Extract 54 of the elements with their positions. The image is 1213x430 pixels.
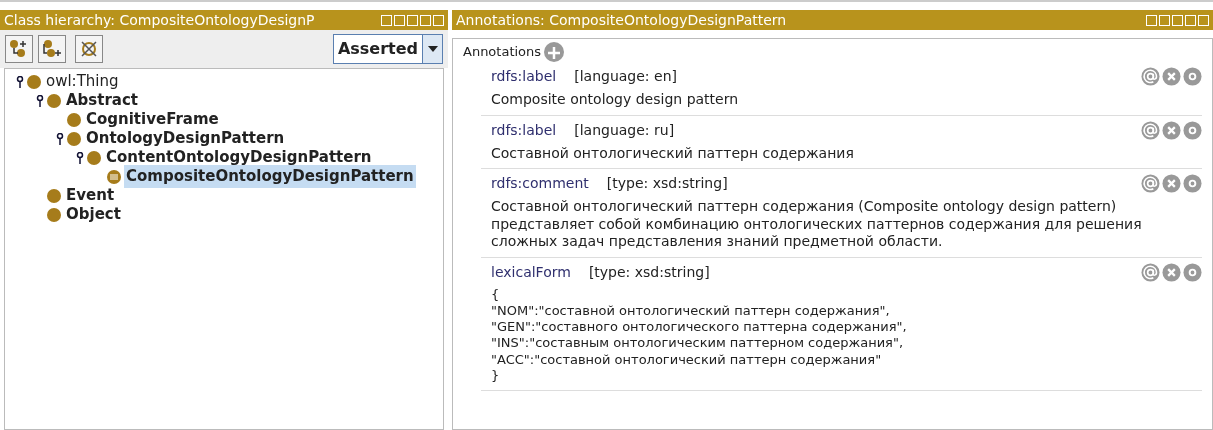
- edit-icon[interactable]: [1183, 67, 1202, 86]
- delete-class-button[interactable]: [75, 35, 103, 63]
- annotation-qualifier: [type: xsd:string]: [588, 262, 710, 282]
- add-subclass-icon: [9, 39, 29, 59]
- code-line: "ACC":"составной онтологический паттерн содержания": [491, 351, 883, 368]
- annotation-qualifier: [language: en]: [574, 67, 677, 86]
- panel-title: Class hierarchy: CompositeOntologyDesignP: [4, 10, 316, 30]
- property-name: rdfs:comment: [491, 174, 589, 193]
- code-line: {: [491, 286, 501, 303]
- class-icon: [67, 112, 81, 127]
- annotate-icon[interactable]: [1141, 67, 1160, 86]
- delete-icon[interactable]: [1162, 120, 1181, 140]
- collapse-icon[interactable]: [16, 75, 24, 88]
- property-name: lexicalForm: [491, 262, 571, 282]
- collapse-icon[interactable]: [36, 94, 44, 107]
- crossed-circle-icon: [79, 39, 99, 59]
- annotation-value: Composite ontology design pattern: [491, 91, 740, 109]
- annotate-icon[interactable]: [1141, 120, 1160, 140]
- add-subclass-button[interactable]: [5, 35, 33, 63]
- defined-class-icon: [107, 169, 121, 184]
- panel-title: Annotations: CompositeOntologyDesignPattern: [456, 10, 788, 30]
- code-line: "GEN":"составного онтологического паттерна содержания",: [491, 319, 908, 336]
- delete-icon[interactable]: [1162, 262, 1181, 282]
- caret-icon: [427, 46, 438, 52]
- tree-item[interactable]: CompositeOntologyDesignPattern: [124, 165, 416, 188]
- view-dropdown[interactable]: Asserted: [332, 34, 443, 64]
- code-line: "NOM":"составной онтологический паттерн содержания",: [491, 302, 891, 319]
- collapse-icon[interactable]: [76, 151, 84, 164]
- edit-icon[interactable]: [1183, 174, 1202, 193]
- property-name: rdfs:label: [491, 120, 557, 140]
- annotation-value: Составной онтологический паттерн содержания: [491, 144, 855, 162]
- add-sibling-icon: [42, 39, 62, 59]
- annotation-qualifier: [language: ru]: [574, 120, 675, 140]
- code-line: }: [491, 367, 501, 384]
- delete-icon[interactable]: [1162, 67, 1181, 86]
- code-line: "INS":"составным онтологическим паттерном содержания",: [491, 335, 905, 352]
- class-icon: [27, 74, 41, 89]
- annotation-qualifier: [type: xsd:string]: [606, 174, 728, 193]
- delete-icon[interactable]: [1162, 174, 1181, 193]
- annotation-value: Составной онтологический паттерн содержания (Composite ontology design pattern) представляет собой комбинацию онтологических паттернов содержания для решения сложных задач представления знаний предметной области.: [491, 198, 1143, 251]
- annotate-icon[interactable]: [1141, 174, 1160, 193]
- class-icon: [67, 131, 81, 146]
- class-icon: [47, 93, 61, 108]
- edit-icon[interactable]: [1183, 262, 1202, 282]
- property-name: rdfs:label: [491, 67, 557, 86]
- add-icon[interactable]: [544, 42, 565, 62]
- collapse-icon[interactable]: [56, 132, 64, 145]
- add-sibling-button[interactable]: [38, 35, 66, 63]
- class-icon: [47, 207, 61, 222]
- edit-icon[interactable]: [1183, 120, 1202, 140]
- class-icon: [47, 188, 61, 203]
- annotate-icon[interactable]: [1141, 262, 1160, 282]
- class-icon: [87, 150, 101, 165]
- section-label: Annotations: [463, 43, 542, 62]
